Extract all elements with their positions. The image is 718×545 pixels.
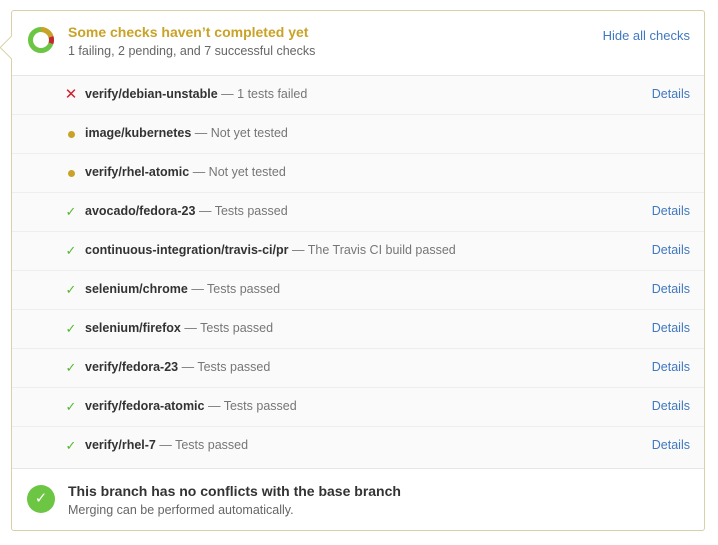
- checks-summary-header: Some checks haven’t completed yet 1 fail…: [12, 11, 704, 76]
- check-context: avocado/fedora-23: [85, 204, 196, 218]
- check-context: verify/rhel-7: [85, 438, 156, 452]
- check-description: — The Travis CI build passed: [291, 243, 456, 257]
- check-description: — Tests passed: [207, 399, 297, 413]
- check-icon: ✓: [65, 204, 77, 219]
- check-row: ✓ verify/rhel-7 — Tests passed Details: [12, 427, 704, 466]
- merge-status-subtitle: Merging can be performed automatically.: [68, 503, 294, 517]
- dot-icon: [64, 166, 78, 180]
- check-text: verify/fedora-atomic — Tests passed: [85, 399, 297, 413]
- details-link[interactable]: Details: [652, 282, 690, 296]
- check-icon: ✓: [65, 282, 77, 297]
- check-icon: ✓: [65, 243, 77, 258]
- details-link[interactable]: Details: [652, 321, 690, 335]
- check-context: verify/fedora-23: [85, 360, 179, 374]
- check-row: ✓ verify/fedora-atomic — Tests passed Deta…: [12, 388, 704, 427]
- check-text: selenium/firefox — Tests passed: [85, 321, 273, 335]
- check-context: continuous-integration/travis-ci/pr: [85, 243, 289, 257]
- check-text: continuous-integration/travis-ci/pr — Th…: [85, 243, 456, 257]
- details-link[interactable]: Details: [652, 204, 690, 218]
- check-row: ✓ selenium/chrome — Tests passed Details: [12, 271, 704, 310]
- check-icon: ✓: [65, 438, 77, 453]
- checks-list: ✕ verify/debian-unstable — 1 tests failed…: [12, 76, 704, 469]
- check-text: verify/fedora-23 — Tests passed: [85, 360, 270, 374]
- x-icon: ✕: [64, 86, 78, 103]
- check-description: — Tests passed: [159, 438, 249, 452]
- details-link[interactable]: Details: [652, 438, 690, 452]
- details-link[interactable]: Details: [652, 360, 690, 374]
- check-text: avocado/fedora-23 — Tests passed: [85, 204, 288, 218]
- details-link[interactable]: Details: [652, 87, 690, 101]
- check-context: selenium/chrome: [85, 282, 188, 296]
- check-description: — Tests passed: [198, 204, 288, 218]
- check-text: verify/debian-unstable — 1 tests failed: [85, 87, 307, 101]
- check-row: image/kubernetes — Not yet tested: [12, 115, 704, 154]
- check-text: selenium/chrome — Tests passed: [85, 282, 280, 296]
- check-icon: ✓: [65, 321, 77, 336]
- check-circle-icon: ✓: [27, 485, 55, 513]
- check-description: — Tests passed: [184, 321, 274, 335]
- check-text: verify/rhel-7 — Tests passed: [85, 438, 248, 452]
- check-description: — Not yet tested: [192, 165, 286, 179]
- checks-summary-title: Some checks haven’t completed yet: [68, 24, 309, 40]
- check-context: verify/rhel-atomic: [85, 165, 190, 179]
- check-context: verify/fedora-atomic: [85, 399, 205, 413]
- merge-status-footer: ✓ This branch has no conflicts with the …: [12, 469, 704, 531]
- check-row: verify/rhel-atomic — Not yet tested: [12, 154, 704, 193]
- check-row: ✓ continuous-integration/travis-ci/pr — T…: [12, 232, 704, 271]
- status-donut-icon: [28, 27, 54, 53]
- check-description: — Tests passed: [181, 360, 271, 374]
- dot-icon: [64, 127, 78, 141]
- check-row: ✓ verify/fedora-23 — Tests passed Details: [12, 349, 704, 388]
- check-icon: ✓: [65, 360, 77, 375]
- check-text: verify/rhel-atomic — Not yet tested: [85, 165, 286, 179]
- check-description: — Not yet tested: [194, 126, 288, 140]
- check-icon: ✓: [65, 399, 77, 414]
- check-description: — 1 tests failed: [221, 87, 308, 101]
- check-text: image/kubernetes — Not yet tested: [85, 126, 288, 140]
- check-description: — Tests passed: [191, 282, 281, 296]
- merge-status-panel: Some checks haven’t completed yet 1 fail…: [0, 10, 705, 531]
- check-context: selenium/firefox: [85, 321, 181, 335]
- hide-all-checks-link[interactable]: Hide all checks: [603, 28, 690, 43]
- details-link[interactable]: Details: [652, 243, 690, 257]
- check-row: ✓ selenium/firefox — Tests passed Details: [12, 310, 704, 349]
- checks-summary-subtitle: 1 failing, 2 pending, and 7 successful c…: [68, 44, 316, 58]
- check-context: image/kubernetes: [85, 126, 192, 140]
- check-row: ✓ avocado/fedora-23 — Tests passed Details: [12, 193, 704, 232]
- check-row: ✕ verify/debian-unstable — 1 tests failed…: [12, 76, 704, 115]
- merge-status-title: This branch has no conflicts with the ba…: [68, 483, 401, 499]
- details-link[interactable]: Details: [652, 399, 690, 413]
- check-context: verify/debian-unstable: [85, 87, 218, 101]
